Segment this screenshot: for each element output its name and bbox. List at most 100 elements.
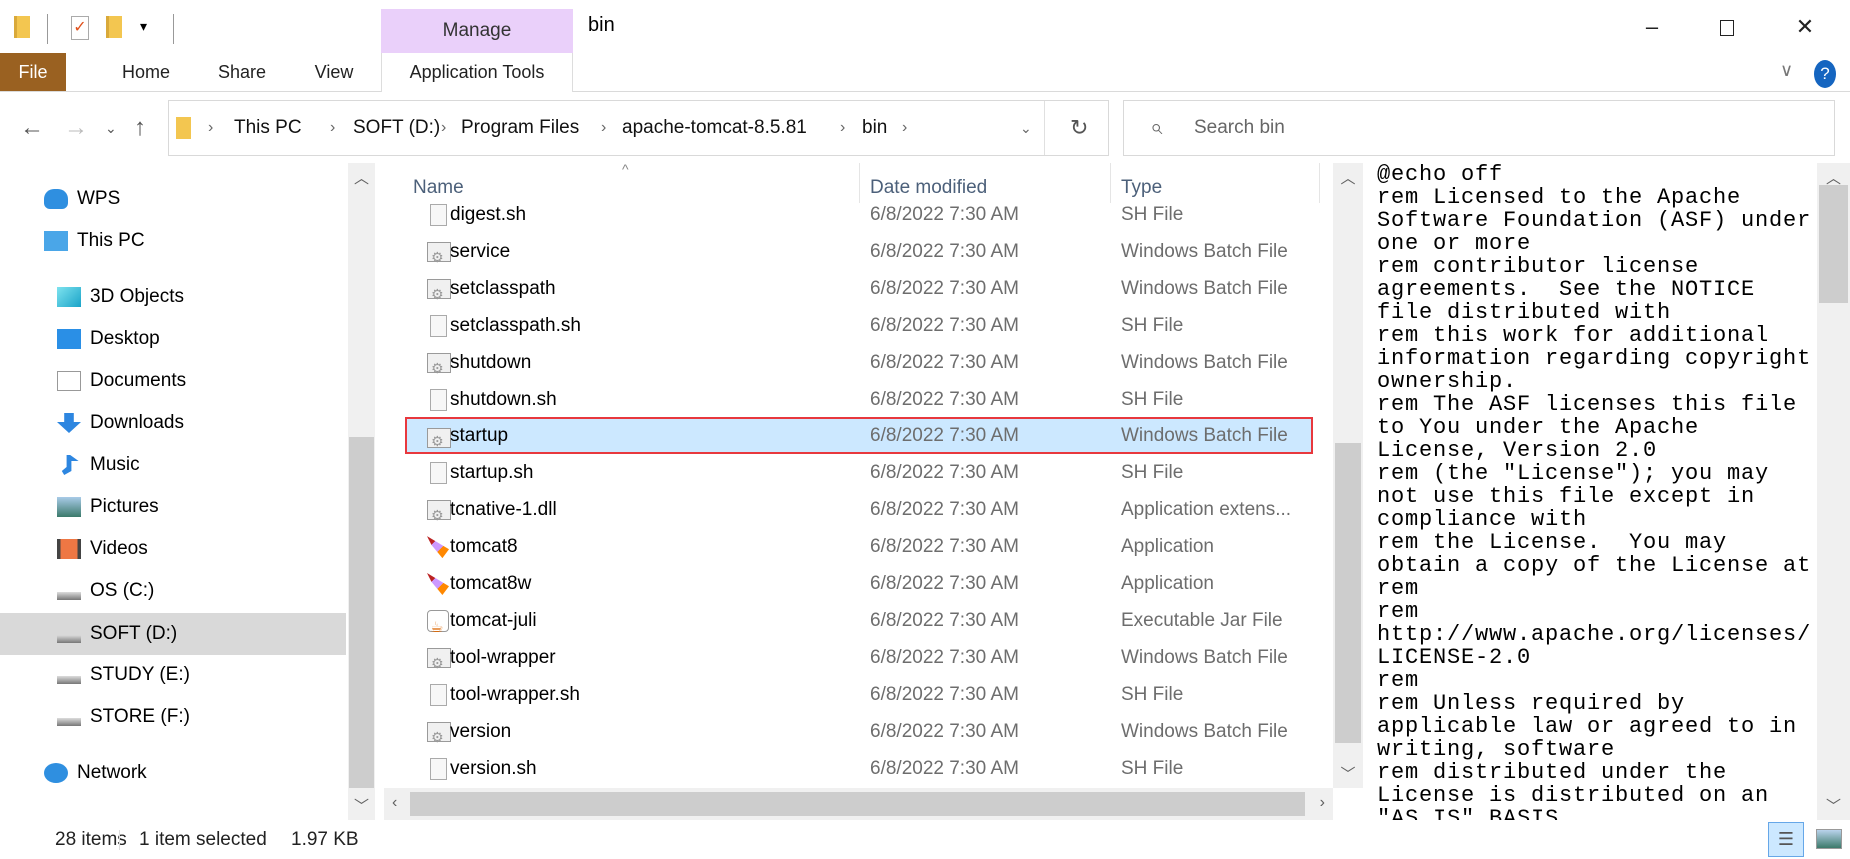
column-header-date[interactable]: Date modified — [870, 177, 987, 199]
tab-view[interactable]: View — [306, 53, 362, 91]
breadcrumb-chevron-icon[interactable]: › — [441, 100, 446, 156]
address-history-chevron-icon[interactable]: ⌄ — [1020, 100, 1032, 156]
breadcrumb-chevron-icon[interactable]: › — [330, 100, 335, 156]
nav-item-wps[interactable]: WPS — [0, 178, 346, 220]
properties-icon[interactable]: ✓ — [71, 16, 89, 40]
nav-item-network[interactable]: Network — [0, 752, 346, 794]
forward-button[interactable]: → — [64, 100, 88, 156]
nav-item-downloads[interactable]: Downloads — [0, 402, 346, 444]
breadcrumb-bin[interactable]: bin — [862, 100, 887, 156]
file-row[interactable]: shutdown 6/8/2022 7:30 AM Windows Batch Fi… — [405, 344, 1313, 387]
scroll-left-icon[interactable]: ‹ — [392, 794, 397, 812]
list-vertical-scrollbar[interactable]: ︿ ﹀ — [1333, 163, 1363, 788]
file-row[interactable]: tomcat8w 6/8/2022 7:30 AM Application — [405, 565, 1313, 602]
column-header-type[interactable]: Type — [1121, 177, 1162, 199]
breadcrumb-this-pc[interactable]: This PC — [234, 100, 302, 156]
preview-line: License, Version 2.0 — [1377, 438, 1658, 463]
file-row[interactable]: startup.sh 6/8/2022 7:30 AM SH File — [405, 454, 1313, 491]
nav-item-pictures[interactable]: Pictures — [0, 486, 346, 528]
manage-context-tab[interactable]: Manage — [381, 9, 573, 53]
nav-item-soft-d[interactable]: SOFT (D:) — [0, 613, 346, 655]
file-type: SH File — [1121, 204, 1184, 225]
minimize-button[interactable]: – — [1632, 12, 1672, 42]
scroll-up-icon[interactable]: ︿ — [1333, 167, 1363, 188]
expand-ribbon-chevron-icon[interactable]: ∨ — [1780, 60, 1793, 81]
column-divider[interactable] — [1319, 163, 1320, 203]
maximize-button[interactable] — [1707, 12, 1747, 42]
jar-file-icon — [427, 609, 449, 646]
file-type: Application — [1121, 536, 1214, 558]
scrollbar-thumb[interactable] — [1335, 443, 1361, 743]
tab-file[interactable]: File — [0, 53, 66, 91]
file-row[interactable]: shutdown.sh 6/8/2022 7:30 AM SH File — [405, 381, 1313, 418]
file-row[interactable]: setclasspath.sh 6/8/2022 7:30 AM SH File — [405, 307, 1313, 344]
scroll-down-icon[interactable]: ﹀ — [1333, 763, 1363, 784]
scrollbar-thumb[interactable] — [349, 437, 374, 788]
back-button[interactable]: ← — [20, 100, 44, 156]
file-row[interactable]: tool-wrapper.sh 6/8/2022 7:30 AM SH File — [405, 676, 1313, 713]
scroll-right-icon[interactable]: › — [1320, 794, 1325, 812]
scroll-up-icon[interactable]: ︿ — [348, 167, 375, 188]
file-row[interactable]: digest.sh 6/8/2022 7:30 AM SH File — [405, 203, 1313, 233]
breadcrumb-program-files[interactable]: Program Files — [461, 100, 579, 156]
file-row[interactable]: tcnative-1.dll 6/8/2022 7:30 AM Applicatio… — [405, 491, 1313, 534]
refresh-button[interactable]: ↻ — [1070, 100, 1088, 156]
breadcrumb-chevron-icon[interactable]: › — [840, 100, 845, 156]
nav-item-study-e[interactable]: STUDY (E:) — [0, 654, 346, 696]
file-row[interactable]: tool-wrapper 6/8/2022 7:30 AM Windows Batc… — [405, 639, 1313, 682]
preview-line: LICENSE-2.0 — [1377, 645, 1532, 670]
scrollbar-thumb[interactable] — [410, 792, 1305, 816]
column-divider[interactable] — [859, 163, 860, 203]
search-input[interactable]: Search bin — [1194, 100, 1285, 156]
up-button[interactable]: ↑ — [134, 100, 146, 156]
breadcrumb-soft-d[interactable]: SOFT (D:) — [353, 100, 440, 156]
file-row[interactable]: tomcat8 6/8/2022 7:30 AM Application — [405, 528, 1313, 565]
list-horizontal-scrollbar[interactable]: ‹ › — [384, 788, 1333, 820]
recent-locations-chevron-icon[interactable]: ⌄ — [105, 100, 117, 156]
nav-item-videos[interactable]: Videos — [0, 528, 346, 570]
file-row[interactable]: tomcat-juli 6/8/2022 7:30 AM Executable Ja… — [405, 602, 1313, 646]
preview-line: License is distributed on an — [1377, 783, 1770, 808]
file-row[interactable]: setclasspath 6/8/2022 7:30 AM Windows Batc… — [405, 270, 1313, 313]
nav-scrollbar[interactable]: ︿ ﹀ — [348, 163, 375, 820]
tab-home[interactable]: Home — [116, 53, 176, 91]
preview-line: rem contributor license — [1377, 254, 1700, 279]
breadcrumb-apache-tomcat[interactable]: apache-tomcat-8.5.81 — [622, 100, 807, 156]
scrollbar-thumb[interactable] — [1819, 185, 1848, 303]
large-icons-view-button[interactable] — [1816, 829, 1842, 849]
nav-item-os-c[interactable]: OS (C:) — [0, 570, 346, 612]
preview-scrollbar[interactable]: ︿ ﹀ — [1817, 163, 1850, 820]
breadcrumb-chevron-icon[interactable]: › — [208, 100, 213, 156]
close-button[interactable]: ✕ — [1785, 12, 1825, 42]
customize-dropdown-icon[interactable]: ▾ — [140, 18, 147, 35]
file-row[interactable]: service 6/8/2022 7:30 AM Windows Batch Fil… — [405, 233, 1313, 276]
folder-icon — [176, 117, 191, 139]
breadcrumb-chevron-icon[interactable]: › — [902, 100, 907, 156]
new-folder-icon[interactable] — [106, 16, 122, 38]
drive-icon — [57, 676, 81, 684]
nav-item-music[interactable]: Music — [0, 444, 346, 486]
nav-item-label: 3D Objects — [90, 286, 184, 307]
details-view-button[interactable]: ☰ — [1768, 822, 1804, 857]
nav-item-documents[interactable]: Documents — [0, 360, 346, 402]
nav-item-this-pc[interactable]: This PC — [0, 220, 346, 262]
file-row[interactable]: startup 6/8/2022 7:30 AM Windows Batch Fil… — [405, 417, 1313, 458]
folder-icon[interactable] — [14, 16, 30, 38]
scroll-down-icon[interactable]: ﹀ — [1817, 795, 1850, 816]
column-header-name[interactable]: Name — [413, 177, 464, 199]
nav-item-desktop[interactable]: Desktop — [0, 318, 346, 360]
file-type: Windows Batch File — [1121, 351, 1288, 373]
file-row[interactable]: version 6/8/2022 7:30 AM Windows Batch Fil… — [405, 713, 1313, 756]
nav-item-store-f[interactable]: STORE (F:) — [0, 696, 346, 738]
tab-application-tools[interactable]: Application Tools — [381, 53, 573, 92]
sort-ascending-icon: ^ — [622, 163, 629, 177]
nav-item-3d-objects[interactable]: 3D Objects — [0, 276, 346, 318]
help-icon[interactable]: ? — [1814, 60, 1836, 88]
tab-share[interactable]: Share — [212, 53, 272, 91]
file-name: tomcat-juli — [450, 609, 537, 631]
scroll-down-icon[interactable]: ﹀ — [348, 795, 375, 816]
file-row[interactable]: version.sh 6/8/2022 7:30 AM SH File — [405, 750, 1313, 787]
file-date: 6/8/2022 7:30 AM — [870, 462, 1019, 484]
breadcrumb-chevron-icon[interactable]: › — [601, 100, 606, 156]
column-divider[interactable] — [1110, 163, 1111, 203]
